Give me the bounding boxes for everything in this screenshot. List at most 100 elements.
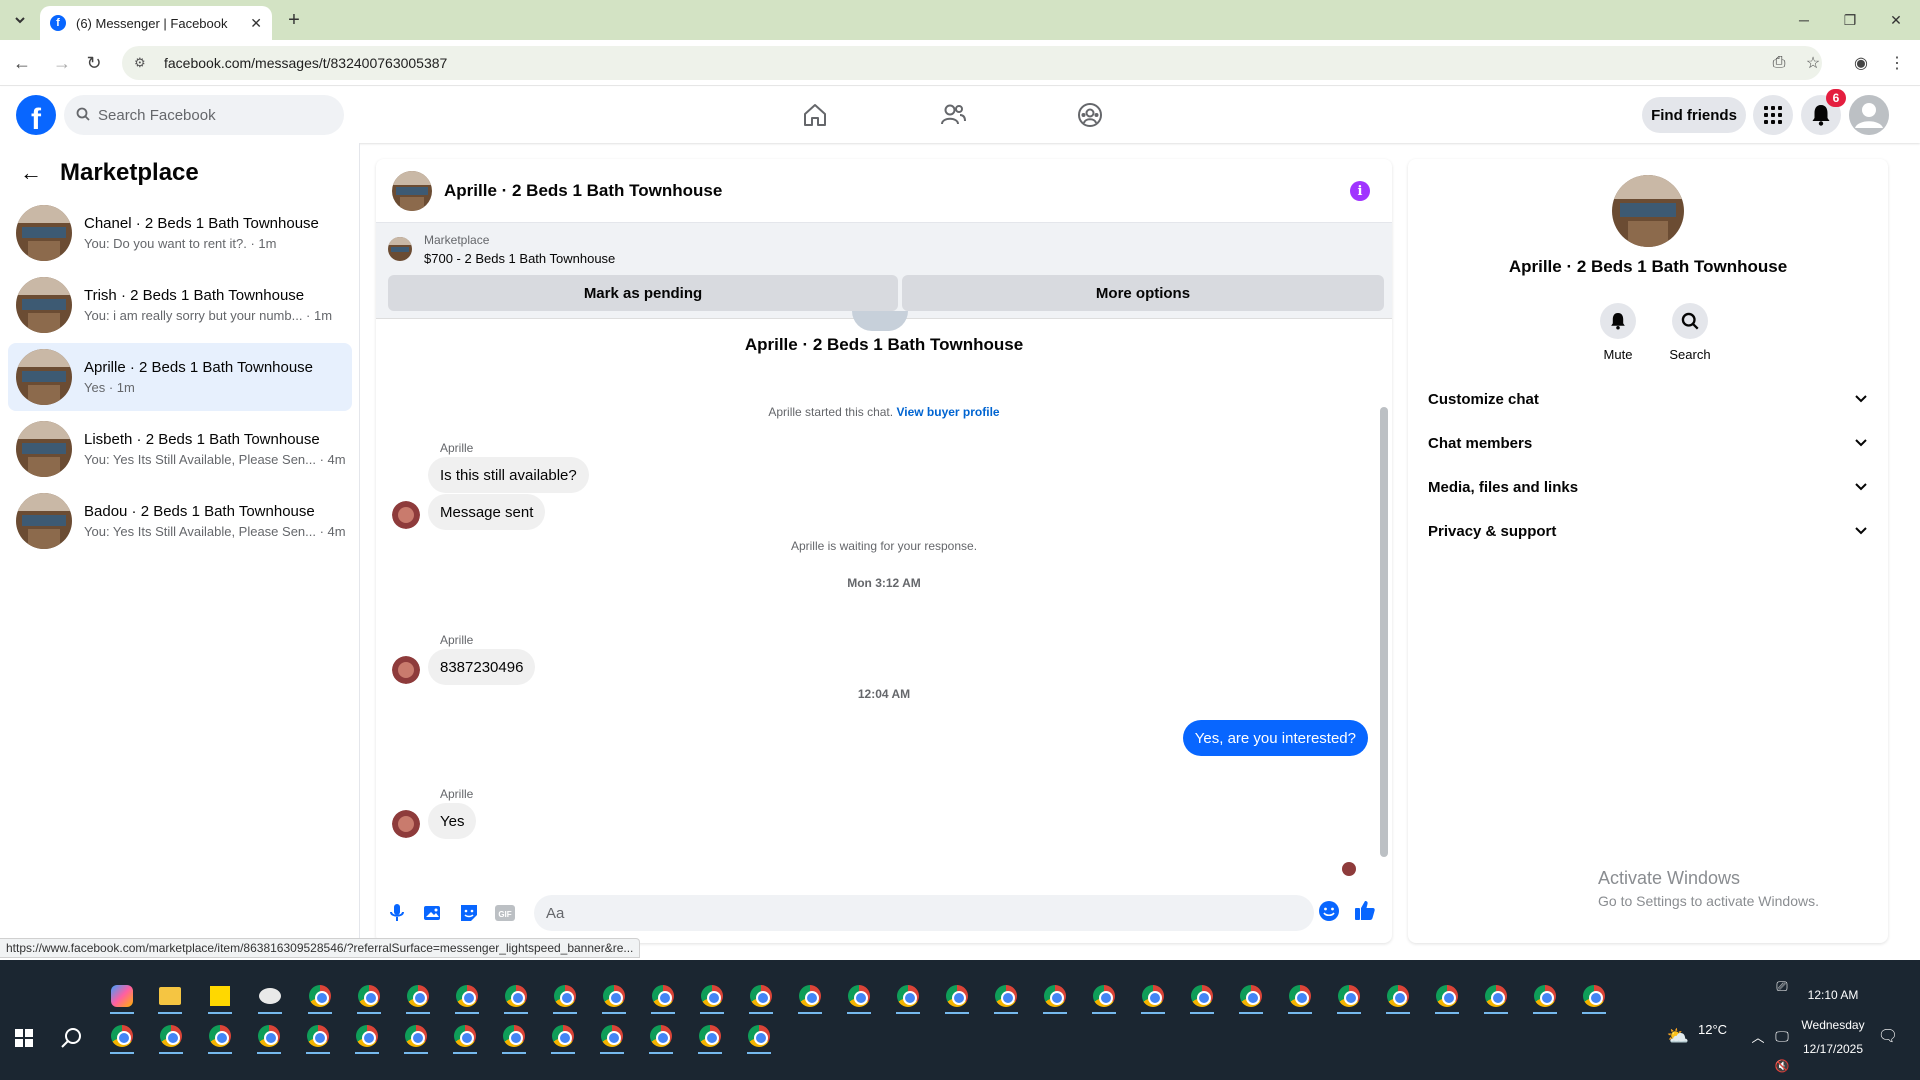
- chrome-taskbar-app[interactable]: [1380, 978, 1416, 1014]
- chrome-taskbar-app[interactable]: [741, 1018, 777, 1054]
- chrome-taskbar-app[interactable]: [939, 978, 975, 1014]
- chrome-taskbar-app[interactable]: [202, 1018, 238, 1054]
- mute-button[interactable]: Mute: [1588, 303, 1648, 362]
- address-bar[interactable]: ⚙ facebook.com/messages/t/83240076300538…: [122, 46, 1822, 80]
- sender-avatar[interactable]: [392, 656, 420, 684]
- bookmark-star-icon[interactable]: ☆: [1800, 50, 1826, 76]
- chrome-taskbar-app[interactable]: [349, 1018, 385, 1054]
- conversation-item[interactable]: Aprille · 2 Beds 1 Bath Townhouse Yes · 1…: [8, 343, 352, 411]
- info-section-row[interactable]: Customize chat: [1420, 379, 1876, 419]
- incoming-message[interactable]: Yes: [428, 803, 477, 839]
- photo-icon[interactable]: [420, 900, 446, 926]
- scrollbar-thumb[interactable]: [1380, 407, 1388, 857]
- install-app-icon[interactable]: ⎙: [1766, 50, 1792, 76]
- browser-tab-active[interactable]: f (6) Messenger | Facebook ✕: [40, 6, 272, 40]
- incoming-message[interactable]: Message sent: [428, 494, 546, 530]
- chat-title[interactable]: Aprille · 2 Beds 1 Bath Townhouse: [444, 181, 722, 201]
- chrome-taskbar-app[interactable]: [104, 1018, 140, 1054]
- chrome-taskbar-app[interactable]: [890, 978, 926, 1014]
- chrome-taskbar-app[interactable]: [1037, 978, 1073, 1014]
- chrome-taskbar-app[interactable]: [300, 1018, 336, 1054]
- like-thumb-icon[interactable]: [1352, 897, 1378, 923]
- chat-avatar[interactable]: [392, 170, 432, 211]
- clock-day[interactable]: Wednesday: [1794, 1018, 1872, 1032]
- copilot-taskbar-app[interactable]: [104, 978, 140, 1014]
- close-window-button[interactable]: ✕: [1876, 6, 1916, 34]
- account-avatar-button[interactable]: [1849, 95, 1889, 135]
- restore-button[interactable]: ❐: [1830, 6, 1870, 34]
- menu-button[interactable]: [1753, 95, 1793, 135]
- clock-time[interactable]: 12:10 AM: [1794, 988, 1872, 1002]
- chrome-taskbar-app[interactable]: [398, 1018, 434, 1054]
- chrome-taskbar-app[interactable]: [496, 1018, 532, 1054]
- message-input[interactable]: Aa: [534, 895, 1314, 931]
- conversation-info-icon[interactable]: i: [1350, 181, 1370, 201]
- chrome-taskbar-app[interactable]: [547, 978, 583, 1014]
- chrome-taskbar-app[interactable]: [1086, 978, 1122, 1014]
- chrome-taskbar-app[interactable]: [302, 978, 338, 1014]
- friends-nav-button[interactable]: [897, 95, 1009, 135]
- chrome-taskbar-app[interactable]: [841, 978, 877, 1014]
- incoming-message[interactable]: 8387230496: [428, 649, 536, 685]
- chrome-taskbar-app[interactable]: [1184, 978, 1220, 1014]
- close-tab-icon[interactable]: ✕: [250, 15, 262, 32]
- listing-link[interactable]: $700 - 2 Beds 1 Bath Townhouse: [424, 251, 615, 266]
- paint-taskbar-app[interactable]: [252, 978, 288, 1014]
- chrome-taskbar-app[interactable]: [400, 978, 436, 1014]
- conversation-item[interactable]: Badou · 2 Beds 1 Bath Townhouse You: Yes …: [8, 487, 352, 555]
- volume-muted-icon[interactable]: 🔇: [1764, 1056, 1800, 1076]
- search-in-conversation-button[interactable]: Search: [1660, 303, 1720, 362]
- chrome-taskbar-app[interactable]: [743, 978, 779, 1014]
- chrome-taskbar-app[interactable]: [1233, 978, 1269, 1014]
- find-friends-button[interactable]: Find friends: [1642, 97, 1746, 133]
- chrome-taskbar-app[interactable]: [694, 978, 730, 1014]
- info-section-row[interactable]: Chat members: [1420, 423, 1876, 463]
- notification-center-icon[interactable]: 🗨: [1870, 1018, 1906, 1054]
- conversation-item[interactable]: Chanel · 2 Beds 1 Bath Townhouse You: Do …: [8, 199, 352, 267]
- chrome-taskbar-app[interactable]: [447, 1018, 483, 1054]
- chrome-taskbar-app[interactable]: [988, 978, 1024, 1014]
- explorer-taskbar-app[interactable]: [152, 978, 188, 1014]
- chrome-taskbar-app[interactable]: [1331, 978, 1367, 1014]
- chrome-taskbar-app[interactable]: [643, 1018, 679, 1054]
- forward-button[interactable]: →: [48, 49, 76, 77]
- chrome-taskbar-app[interactable]: [596, 978, 632, 1014]
- info-section-row[interactable]: Media, files and links: [1420, 467, 1876, 507]
- profile-icon[interactable]: ◉: [1848, 50, 1874, 76]
- facebook-logo-icon[interactable]: f: [16, 95, 56, 135]
- taskbar-search-button[interactable]: [54, 1020, 90, 1056]
- reload-button[interactable]: ↻: [80, 49, 108, 77]
- mark-as-pending-button[interactable]: Mark as pending: [388, 275, 898, 311]
- site-info-icon[interactable]: ⚙: [134, 55, 152, 71]
- chrome-taskbar-app[interactable]: [545, 1018, 581, 1054]
- listing-thumbnail[interactable]: [388, 237, 412, 261]
- browser-menu-icon[interactable]: ⋮: [1884, 50, 1910, 76]
- chrome-taskbar-app[interactable]: [351, 978, 387, 1014]
- groups-nav-button[interactable]: [1034, 95, 1146, 135]
- weather-icon[interactable]: ⛅: [1660, 1018, 1696, 1054]
- incoming-message[interactable]: Is this still available?: [428, 457, 589, 493]
- chrome-taskbar-app[interactable]: [1478, 978, 1514, 1014]
- home-nav-button[interactable]: [759, 95, 871, 135]
- chrome-taskbar-app[interactable]: [1282, 978, 1318, 1014]
- sender-avatar[interactable]: [392, 810, 420, 838]
- chrome-taskbar-app[interactable]: [153, 1018, 189, 1054]
- scrollbar[interactable]: [1380, 327, 1388, 875]
- chrome-taskbar-app[interactable]: [1135, 978, 1171, 1014]
- sticker-icon[interactable]: [456, 900, 482, 926]
- chrome-taskbar-app[interactable]: [449, 978, 485, 1014]
- gif-icon[interactable]: GIF: [492, 900, 518, 926]
- chrome-taskbar-app[interactable]: [792, 978, 828, 1014]
- clock-date[interactable]: 12/17/2025: [1794, 1042, 1872, 1056]
- start-button[interactable]: [6, 1020, 42, 1056]
- info-section-row[interactable]: Privacy & support: [1420, 511, 1876, 551]
- emoji-icon[interactable]: [1316, 898, 1342, 924]
- back-arrow-icon[interactable]: ←: [20, 160, 42, 186]
- profile-avatar[interactable]: [1612, 175, 1684, 247]
- chrome-taskbar-app[interactable]: [498, 978, 534, 1014]
- chrome-taskbar-app[interactable]: [251, 1018, 287, 1054]
- weather-temp[interactable]: 12°C: [1698, 1012, 1727, 1048]
- chrome-taskbar-app[interactable]: [1576, 978, 1612, 1014]
- chrome-taskbar-app[interactable]: [594, 1018, 630, 1054]
- new-tab-button[interactable]: +: [282, 8, 306, 32]
